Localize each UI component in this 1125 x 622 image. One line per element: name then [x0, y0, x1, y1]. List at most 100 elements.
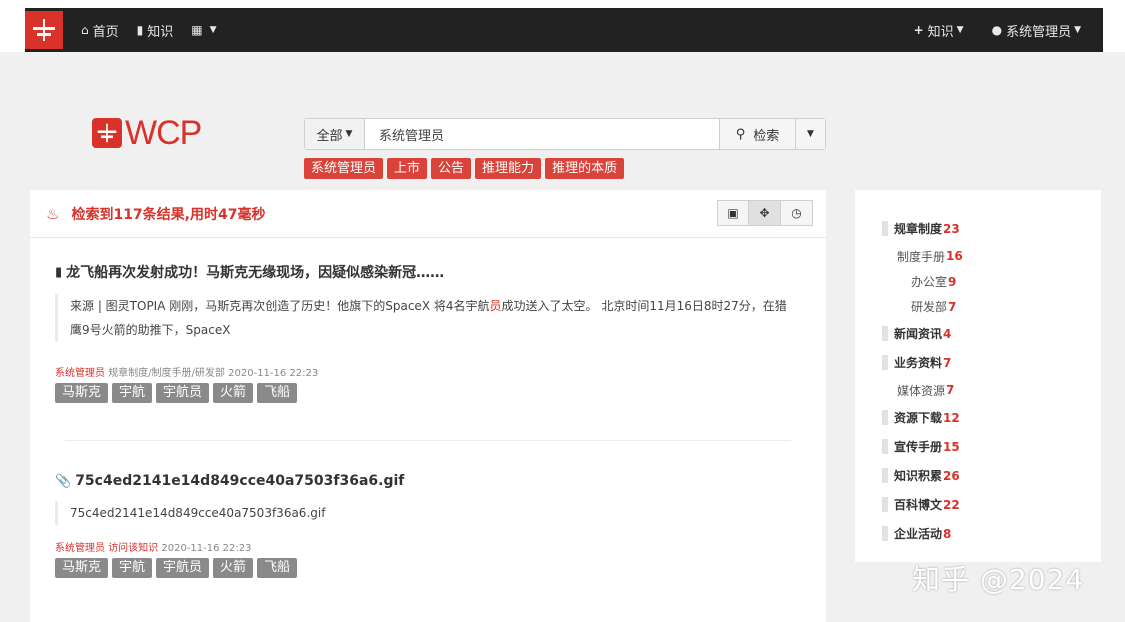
search-bar: 全部 ▼ ⚲ 检索 ▼ [304, 118, 826, 150]
chevron-down-icon: ▼ [807, 129, 814, 139]
category-count: 22 [943, 497, 960, 512]
paperclip-icon: 📎 [55, 473, 72, 489]
category-name: 规章制度 [894, 222, 943, 236]
nav-knowledge-label: 知识 [147, 24, 174, 40]
user-menu[interactable]: ● 系统管理员 ▼ [992, 21, 1081, 40]
user-name: 系统管理员 [1006, 24, 1072, 40]
move-icon: ✥ [759, 206, 770, 220]
results-header: ♨ 检索到117条结果,用时47毫秒 ▣ ✥ ◷ [30, 190, 826, 238]
category-item[interactable]: 规章制度 23 [855, 214, 1101, 243]
fire-icon: ♨ [46, 204, 60, 223]
book-icon: ▮ [136, 23, 144, 37]
category-item[interactable]: 研发部 7 [855, 294, 1101, 319]
result-tags: 马斯克 宇航 宇航员 火箭 飞船 [55, 558, 795, 578]
result-tag[interactable]: 飞船 [257, 383, 298, 403]
result-path[interactable]: 访问该知识 [108, 543, 158, 554]
category-name: 宣传手册 [894, 440, 943, 454]
hot-tag[interactable]: 推理能力 [475, 158, 542, 179]
search-button[interactable]: ⚲ 检索 [719, 119, 795, 149]
category-name: 新闻资讯 [894, 327, 943, 341]
nav-right: + 知识 ▼ ● 系统管理员 ▼ [886, 21, 1081, 40]
hot-tag[interactable]: 系统管理员 [304, 158, 384, 179]
plus-icon: + [913, 23, 924, 37]
nav-home-label: 首页 [92, 24, 119, 40]
result-title-text: 龙飞船再次发射成功！马斯克无缘现场，因疑似感染新冠…… [66, 265, 445, 281]
result-author[interactable]: 系统管理员 [55, 368, 105, 379]
result-title[interactable]: ▮ 龙飞船再次发射成功！马斯克无缘现场，因疑似感染新冠…… [55, 262, 795, 282]
brand-logo[interactable] [25, 11, 63, 49]
watermark: 知乎 @2024 [912, 563, 1085, 596]
search-icon: ⚲ [735, 126, 746, 142]
category-name: 业务资料 [894, 356, 943, 370]
search-button-label: 检索 [753, 128, 780, 144]
search-input[interactable] [365, 119, 719, 149]
category-item[interactable]: 知识积累 26 [855, 461, 1101, 490]
result-tag[interactable]: 宇航 [112, 558, 153, 578]
category-item[interactable]: 百科博文 22 [855, 490, 1101, 519]
category-name: 知识积累 [894, 469, 943, 483]
result-title[interactable]: 📎 75c4ed2141e14d849cce40a7503f36a6.gif [55, 473, 795, 489]
category-item[interactable]: 宣传手册 15 [855, 432, 1101, 461]
result-item: 📎 75c4ed2141e14d849cce40a7503f36a6.gif 7… [55, 473, 795, 578]
result-title-text: 75c4ed2141e14d849cce40a7503f36a6.gif [75, 473, 405, 489]
hot-tag[interactable]: 推理的本质 [545, 158, 625, 179]
category-name: 制度手册 [897, 249, 946, 264]
search-scope-dropdown[interactable]: 全部 ▼ [305, 119, 365, 149]
result-path[interactable]: 规章制度/制度手册/研发部 [108, 368, 225, 379]
category-count: 4 [943, 326, 952, 341]
snippet-text: 75c4ed2141e14d849cce40a7503f36a6.gif [70, 506, 326, 520]
category-name: 企业活动 [894, 527, 943, 541]
result-item: ▮ 龙飞船再次发射成功！马斯克无缘现场，因疑似感染新冠…… 来源 | 图灵TOP… [55, 262, 795, 403]
category-sidebar: 规章制度 23 制度手册 16 办公室 9 研发部 7 新闻资讯 4 业务资料 7 媒体资源… [855, 190, 1101, 562]
category-name: 媒体资源 [897, 383, 946, 398]
search-scope-label: 全部 [316, 128, 343, 144]
wcp-logo-icon [33, 19, 55, 41]
category-name: 百科博文 [894, 498, 943, 512]
category-item[interactable]: 媒体资源 7 [855, 377, 1101, 403]
category-item[interactable]: 新闻资讯 4 [855, 319, 1101, 348]
home-icon: ⌂ [81, 23, 89, 37]
chevron-down-icon: ▼ [956, 25, 964, 35]
add-knowledge-label: 知识 [927, 24, 954, 40]
result-tag[interactable]: 宇航员 [156, 383, 210, 403]
add-knowledge-menu[interactable]: + 知识 ▼ [914, 21, 964, 40]
category-item[interactable]: 制度手册 16 [855, 243, 1101, 269]
view-time-button[interactable]: ◷ [781, 200, 813, 226]
result-tag[interactable]: 火箭 [213, 383, 254, 403]
nav-home[interactable]: ⌂ 首页 [81, 21, 119, 40]
search-options-dropdown[interactable]: ▼ [795, 119, 825, 149]
category-count: 7 [946, 383, 955, 397]
results-panel: ♨ 检索到117条结果,用时47毫秒 ▣ ✥ ◷ ▮ 龙飞船再次发射成功！马斯克… [30, 190, 826, 622]
category-item[interactable]: 资源下载 12 [855, 403, 1101, 432]
category-item[interactable]: 企业活动 8 [855, 519, 1101, 548]
category-count: 15 [943, 439, 960, 454]
hot-tag[interactable]: 上市 [387, 158, 428, 179]
result-tag[interactable]: 火箭 [213, 558, 254, 578]
logo-text: WCP [125, 113, 202, 152]
category-count: 23 [943, 221, 960, 236]
result-tag[interactable]: 宇航员 [156, 558, 210, 578]
result-tag[interactable]: 马斯克 [55, 383, 109, 403]
result-author[interactable]: 系统管理员 [55, 543, 105, 554]
user-icon: ● [991, 23, 1003, 37]
result-tag[interactable]: 马斯克 [55, 558, 109, 578]
site-logo[interactable]: WCP [92, 113, 202, 152]
nav-knowledge[interactable]: ▮ 知识 [137, 21, 174, 40]
navbar: ⌂ 首页 ▮ 知识 ▦ ▼ + 知识 ▼ ● 系统管理员 ▼ [25, 8, 1103, 52]
result-tag[interactable]: 宇航 [112, 383, 153, 403]
image-icon: ▣ [727, 206, 739, 220]
snippet-highlight: 员 [489, 299, 502, 313]
category-name: 研发部 [911, 300, 948, 314]
hot-tag[interactable]: 公告 [431, 158, 472, 179]
view-list-button[interactable]: ✥ [749, 200, 781, 226]
view-image-button[interactable]: ▣ [717, 200, 749, 226]
clock-icon: ◷ [791, 206, 802, 220]
result-snippet: 75c4ed2141e14d849cce40a7503f36a6.gif [55, 501, 795, 525]
result-time: 2020-11-16 22:23 [228, 368, 319, 379]
result-tag[interactable]: 飞船 [257, 558, 298, 578]
category-item[interactable]: 办公室 9 [855, 269, 1101, 294]
category-item[interactable]: 业务资料 7 [855, 348, 1101, 377]
result-snippet: 来源 | 图灵TOPIA 刚刚，马斯克再次创造了历史！他旗下的SpaceX 将4… [55, 294, 795, 342]
category-count: 8 [943, 526, 952, 541]
nav-apps-menu[interactable]: ▦ ▼ [191, 23, 216, 37]
